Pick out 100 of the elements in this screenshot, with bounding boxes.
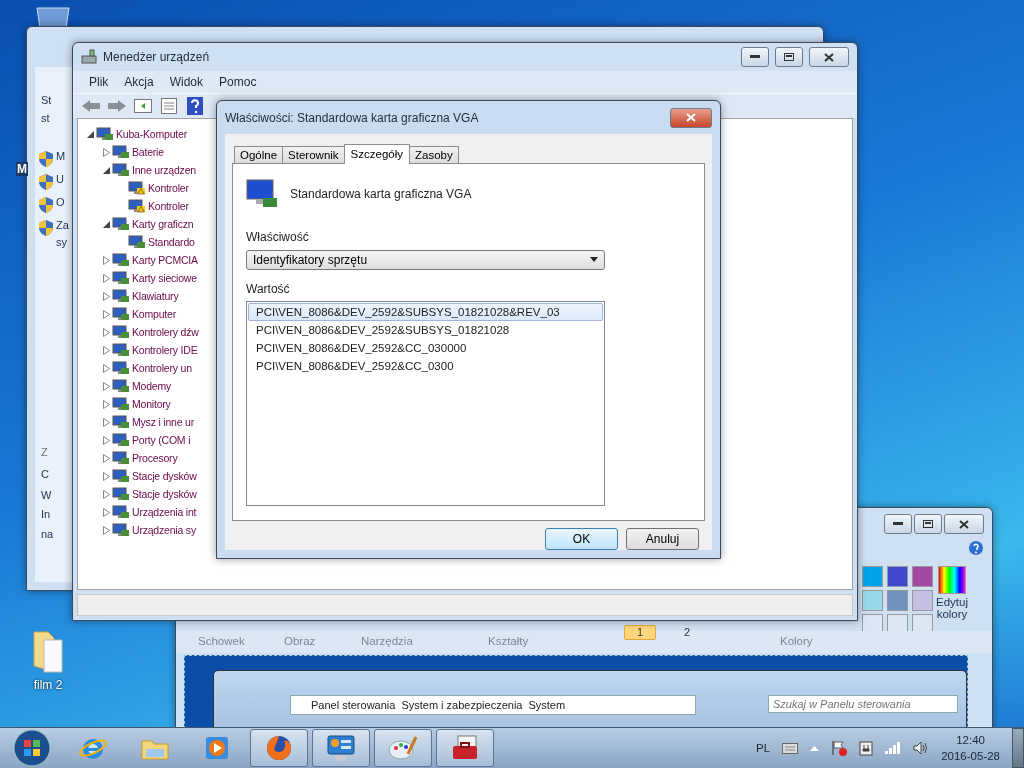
taskbar-button[interactable] (374, 729, 432, 767)
related-link[interactable]: C (41, 465, 49, 483)
menu-item[interactable]: Akcja (118, 73, 160, 91)
tree-item[interactable]: Modemy (132, 380, 172, 392)
list-item[interactable]: PCI\VEN_8086&DEV_2592&CC_0300 (248, 356, 603, 375)
expand-toggle[interactable] (100, 290, 112, 302)
tab[interactable]: Sterownik (282, 146, 345, 164)
tree-item[interactable]: Mysz i inne ur (132, 416, 194, 428)
menu-item[interactable]: Plik (83, 73, 115, 91)
signal-bars-icon[interactable] (885, 742, 902, 754)
tree-item[interactable]: Urządzenia int (132, 506, 197, 518)
tree-item[interactable]: Kontrolery IDE (132, 344, 198, 356)
related-link[interactable]: In (41, 507, 51, 522)
task-link[interactable]: U (56, 170, 64, 188)
dropdown-arrow-icon[interactable] (590, 257, 598, 263)
dialog-button[interactable]: Anuluj (626, 528, 699, 550)
window-title: Menedżer urządzeń (103, 50, 210, 64)
tree-item[interactable]: Urządzenia sy (132, 524, 196, 536)
tab[interactable]: Ogólne (234, 146, 284, 164)
flag-icon[interactable] (831, 740, 848, 756)
help-icon[interactable] (968, 540, 984, 556)
task-link[interactable]: sy (56, 233, 67, 251)
tree-item[interactable]: Kontroler (148, 182, 189, 194)
maximize-button[interactable] (775, 47, 803, 67)
list-item[interactable]: PCI\VEN_8086&DEV_2592&SUBSYS_01821028 (248, 320, 603, 339)
minimize-button[interactable] (884, 514, 912, 534)
expand-toggle[interactable] (100, 254, 112, 266)
tab[interactable]: Zasoby (409, 146, 459, 164)
shield-icon (39, 219, 53, 236)
expand-toggle[interactable] (100, 524, 112, 536)
search-field[interactable]: Szukaj w Panelu sterowania (768, 695, 958, 713)
taskbar-button[interactable] (250, 729, 308, 767)
task-link[interactable]: Za (56, 216, 69, 234)
tree-item[interactable]: Stacje dysków (132, 488, 197, 500)
task-link[interactable]: M (56, 147, 66, 165)
field-label: Właściwość (246, 230, 310, 244)
tree-item[interactable]: Baterie (132, 146, 164, 158)
tree-item[interactable]: Kontroler (148, 200, 189, 212)
forward-arrow-icon[interactable] (107, 97, 127, 115)
tree-item[interactable]: Stacje dysków (132, 470, 197, 482)
maximize-button[interactable] (914, 514, 942, 534)
tree-item[interactable]: Kuba-Komputer (116, 128, 187, 140)
tree-item[interactable]: Kontrolery un (132, 362, 192, 374)
related-link[interactable]: na (41, 527, 54, 542)
expand-toggle[interactable] (100, 380, 112, 392)
close-button[interactable] (944, 514, 984, 534)
menu-item[interactable]: Widok (163, 73, 210, 91)
list-item[interactable]: PCI\VEN_8086&DEV_2592&SUBSYS_01821028&REV_03 (248, 302, 603, 321)
menu-item[interactable]: Pomoc (213, 73, 263, 91)
language-indicator[interactable]: PL (756, 742, 771, 754)
properties-icon[interactable] (159, 97, 179, 115)
expand-toggle[interactable] (100, 416, 112, 428)
close-button[interactable] (809, 47, 849, 67)
minimize-button[interactable] (741, 47, 769, 67)
taskbar-button[interactable] (312, 729, 370, 767)
tab[interactable]: Szczegóły (343, 144, 410, 164)
expand-toggle[interactable] (100, 398, 112, 410)
expand-toggle[interactable] (100, 308, 112, 320)
tree-item[interactable]: Klawiatury (132, 290, 179, 302)
size-option[interactable]: 2 (671, 625, 703, 640)
tree-item[interactable]: Porty (COM i (132, 434, 191, 446)
help-icon[interactable] (185, 97, 205, 115)
expand-toggle[interactable] (100, 362, 112, 374)
tree-item[interactable]: Karty PCMCIA (132, 254, 198, 266)
start-button[interactable] (13, 729, 51, 767)
back-arrow-icon[interactable] (81, 97, 101, 115)
edit-colors-button[interactable]: Edytuj kolory (932, 596, 972, 620)
tree-item[interactable]: Karty graficzn (132, 218, 194, 230)
tree-item[interactable]: Monitory (132, 398, 171, 410)
color-spectrum-icon[interactable] (938, 566, 966, 594)
expand-toggle[interactable] (100, 488, 112, 500)
tree-item[interactable]: Karty sieciowe (132, 272, 197, 284)
folder-icon[interactable] (30, 630, 66, 674)
size-option[interactable]: 1 (624, 625, 656, 640)
expand-toggle[interactable] (100, 326, 112, 338)
dialog-button[interactable]: OK (545, 528, 618, 550)
dialog-title: Właściwości: Standardowa karta graficzna VGA (225, 110, 479, 125)
expand-toggle[interactable] (100, 344, 112, 356)
related-link[interactable]: W (41, 486, 52, 504)
keyboard-icon[interactable] (782, 742, 799, 754)
show-desktop-button[interactable] (1012, 728, 1024, 768)
console-tree-icon[interactable] (133, 97, 153, 115)
expand-toggle[interactable] (100, 452, 112, 464)
speaker-icon[interactable] (913, 741, 930, 755)
expand-toggle[interactable] (100, 434, 112, 446)
clock[interactable]: 12:40 2016-05-28 (941, 734, 1000, 762)
tree-item[interactable]: Inne urządzen (132, 164, 196, 176)
property-dropdown[interactable]: Identyfikatory sprzętu (246, 250, 605, 270)
taskbar-button[interactable] (436, 729, 494, 767)
expand-toggle[interactable] (100, 506, 112, 518)
task-link[interactable]: O (56, 193, 65, 211)
power-plug-icon[interactable] (859, 740, 874, 756)
expand-toggle[interactable] (100, 146, 112, 158)
tree-item[interactable]: Komputer (132, 308, 176, 320)
expand-toggle[interactable] (100, 470, 112, 482)
list-item[interactable]: PCI\VEN_8086&DEV_2592&CC_030000 (248, 338, 603, 357)
tree-item[interactable]: Procesory (132, 452, 178, 464)
tree-item[interactable]: Standardo (148, 236, 195, 248)
expand-toggle[interactable] (100, 272, 112, 284)
tree-item[interactable]: Kontrolery dźw (132, 326, 199, 338)
